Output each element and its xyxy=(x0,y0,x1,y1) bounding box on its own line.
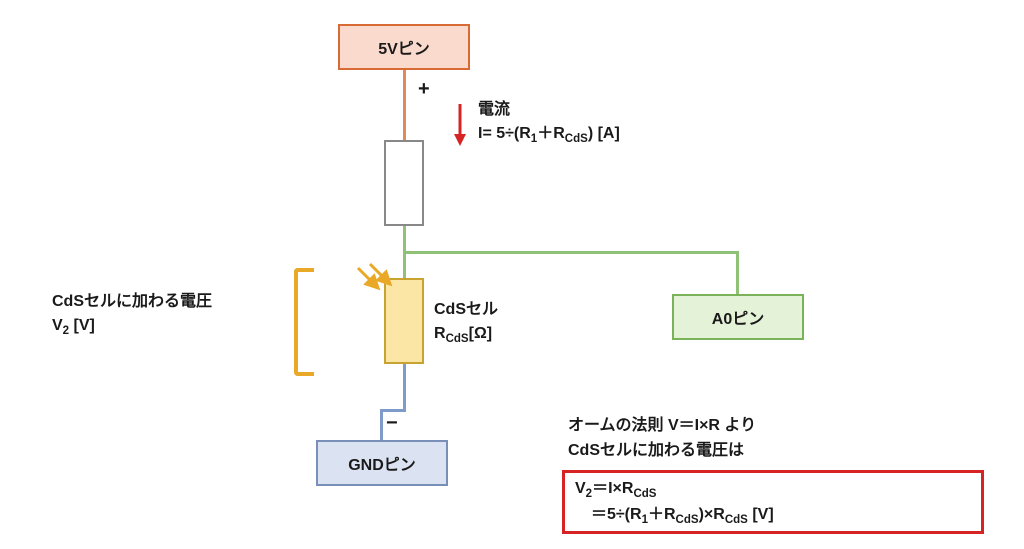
ohms-law-intro: オームの法則 V＝I×R より CdSセルに加わる電圧は xyxy=(568,414,756,464)
pin-gnd-label: GNDピン xyxy=(348,451,416,475)
wire-node-to-cds xyxy=(403,251,406,279)
wire-node-to-a0-h xyxy=(403,251,739,254)
wire-5v-to-resistor xyxy=(403,70,406,140)
wire-resistor-to-node xyxy=(403,226,406,254)
wire-cds-to-gnd-v2 xyxy=(380,409,383,441)
current-label: 電流 I= 5÷(R1＋RCdS) [A] xyxy=(478,98,620,148)
pin-a0-box: A0ピン xyxy=(672,294,804,340)
plus-sign: + xyxy=(418,78,430,101)
cds-voltage-line2: V2 [V] xyxy=(52,314,212,340)
pin-5v-label: 5Vピン xyxy=(378,35,430,59)
wire-node-to-a0-v xyxy=(736,251,739,295)
ohms-law-line2: CdSセルに加わる電圧は xyxy=(568,439,756,464)
voltage-bracket-icon xyxy=(294,268,314,376)
current-equation: I= 5÷(R1＋RCdS) [A] xyxy=(478,122,620,148)
current-title: 電流 xyxy=(478,98,620,122)
cds-name: CdSセル xyxy=(434,298,498,322)
cds-resistance: RCdS[Ω] xyxy=(434,322,498,348)
wire-cds-to-gnd-v xyxy=(403,364,406,412)
cds-voltage-line1: CdSセルに加わる電圧 xyxy=(52,290,212,314)
ohms-law-eq-line1: V2＝I×RCdS xyxy=(575,477,971,503)
resistor-r1-box xyxy=(384,140,424,226)
light-arrows-icon xyxy=(352,262,394,304)
ohms-law-line1: オームの法則 V＝I×R より xyxy=(568,414,756,439)
cds-voltage-label: CdSセルに加わる電圧 V2 [V] xyxy=(52,290,212,340)
pin-5v-box: 5Vピン xyxy=(338,24,470,70)
current-arrow-icon xyxy=(452,102,468,146)
minus-sign: − xyxy=(386,412,398,435)
pin-gnd-box: GNDピン xyxy=(316,440,448,486)
ohms-law-eq-line2: ＝5÷(R1＋RCdS)×RCdS [V] xyxy=(575,503,971,529)
ohms-law-result-box: V2＝I×RCdS ＝5÷(R1＋RCdS)×RCdS [V] xyxy=(562,470,984,534)
cds-label: CdSセル RCdS[Ω] xyxy=(434,298,498,348)
pin-a0-label: A0ピン xyxy=(712,305,764,329)
